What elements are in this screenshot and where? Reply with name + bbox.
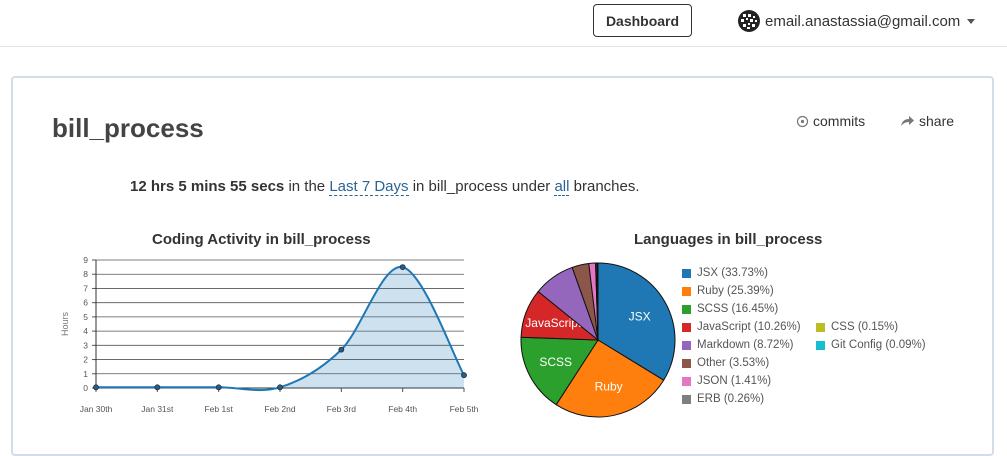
legend-swatch [682, 323, 691, 332]
share-label: share [919, 113, 954, 129]
legend-swatch [682, 269, 691, 278]
x-tick-label: Feb 4th [388, 404, 417, 414]
x-tick-label: Feb 2nd [264, 404, 295, 414]
legend-swatch [682, 359, 691, 368]
user-menu[interactable]: email.anastassia@gmail.com [737, 11, 975, 31]
languages-chart-title: Languages in bill_process [634, 231, 822, 248]
legend-label: Ruby (25.39%) [697, 285, 774, 297]
legend-swatch [816, 341, 825, 350]
legend-label: Markdown (8.72%) [697, 339, 794, 351]
y-tick-label: 2 [83, 355, 88, 365]
top-navigation-bar: Dashboard email.anastassia@gmail.com [0, 0, 1007, 47]
summary-text-in-the: in the [284, 178, 329, 195]
data-point[interactable] [400, 265, 405, 270]
data-point[interactable] [93, 385, 98, 390]
share-link[interactable]: share [900, 113, 954, 129]
activity-chart-title: Coding Activity in bill_process [152, 231, 371, 248]
summary-text-branches: branches. [569, 178, 639, 195]
pie-slice-label: Ruby [595, 380, 623, 394]
x-tick-label: Jan 30th [80, 404, 113, 414]
legend-item: CSS (0.15%) [816, 321, 898, 333]
y-tick-label: 6 [83, 298, 88, 308]
y-tick-label: 9 [83, 255, 88, 265]
legend-item: ERB (0.26%) [682, 393, 764, 405]
pie-slice-label: JSX [629, 310, 651, 324]
legend-item: Ruby (25.39%) [682, 285, 774, 297]
y-tick-label: 3 [83, 340, 88, 350]
commits-link[interactable]: commits [796, 113, 865, 129]
legend-label: JavaScript (10.26%) [697, 321, 801, 333]
time-summary: 12 hrs 5 mins 55 secs in the Last 7 Days… [130, 178, 640, 195]
x-tick-label: Feb 5th [450, 404, 479, 414]
commits-label: commits [813, 113, 865, 129]
legend-item: Other (3.53%) [682, 357, 769, 369]
x-tick-label: Jan 31st [141, 404, 174, 414]
y-tick-label: 8 [83, 269, 88, 279]
legend-item: JSX (33.73%) [682, 267, 768, 279]
x-tick-label: Feb 3rd [327, 404, 357, 414]
legend-label: ERB (0.26%) [697, 393, 764, 405]
series-area [96, 267, 464, 390]
legend-item: Git Config (0.09%) [816, 339, 926, 351]
x-tick-label: Feb 1st [204, 404, 233, 414]
y-axis-label: Hours [60, 312, 70, 337]
user-email: email.anastassia@gmail.com [765, 13, 960, 30]
data-point[interactable] [155, 385, 160, 390]
chevron-down-icon [967, 19, 975, 24]
legend-label: Git Config (0.09%) [831, 339, 926, 351]
total-duration: 12 hrs 5 mins 55 secs [130, 178, 284, 195]
legend-label: JSON (1.41%) [697, 375, 771, 387]
legend-swatch [682, 341, 691, 350]
legend-swatch [682, 377, 691, 386]
languages-pie-chart: JSXRubySCSSJavaScript [510, 258, 680, 428]
dashboard-button[interactable]: Dashboard [593, 4, 692, 37]
coding-activity-chart: 0 1 2 3 4 5 6 7 8 9 Hours Jan 30th Jan 31st Feb 1st Fe… [52, 252, 482, 424]
y-tick-label: 5 [83, 312, 88, 322]
data-point[interactable] [216, 385, 221, 390]
commit-icon [796, 115, 809, 128]
legend-swatch [682, 305, 691, 314]
page-title: bill_process [52, 113, 204, 144]
data-point[interactable] [461, 373, 466, 378]
summary-text-in-project: in bill_process under [409, 178, 555, 195]
legend-swatch [816, 323, 825, 332]
legend-item: JavaScript (10.26%) [682, 321, 801, 333]
legend-swatch [682, 287, 691, 296]
legend-item: Markdown (8.72%) [682, 339, 794, 351]
y-tick-label: 1 [83, 369, 88, 379]
date-range-link[interactable]: Last 7 Days [329, 178, 408, 196]
share-icon [900, 115, 915, 127]
data-point[interactable] [277, 385, 282, 390]
branches-link[interactable]: all [554, 178, 569, 196]
legend-label: CSS (0.15%) [831, 321, 898, 333]
pie-slice-label: SCSS [539, 355, 572, 369]
legend-item: SCSS (16.45%) [682, 303, 778, 315]
avatar [737, 9, 761, 33]
languages-legend: JSX (33.73%) Ruby (25.39%) SCSS (16.45%) Ja… [682, 267, 1002, 417]
legend-label: SCSS (16.45%) [697, 303, 778, 315]
y-tick-label: 0 [83, 383, 88, 393]
legend-label: JSX (33.73%) [697, 267, 768, 279]
legend-label: Other (3.53%) [697, 357, 769, 369]
y-tick-label: 7 [83, 283, 88, 293]
legend-item: JSON (1.41%) [682, 375, 771, 387]
legend-swatch [682, 395, 691, 404]
y-tick-label: 4 [83, 326, 88, 336]
data-point[interactable] [339, 347, 344, 352]
